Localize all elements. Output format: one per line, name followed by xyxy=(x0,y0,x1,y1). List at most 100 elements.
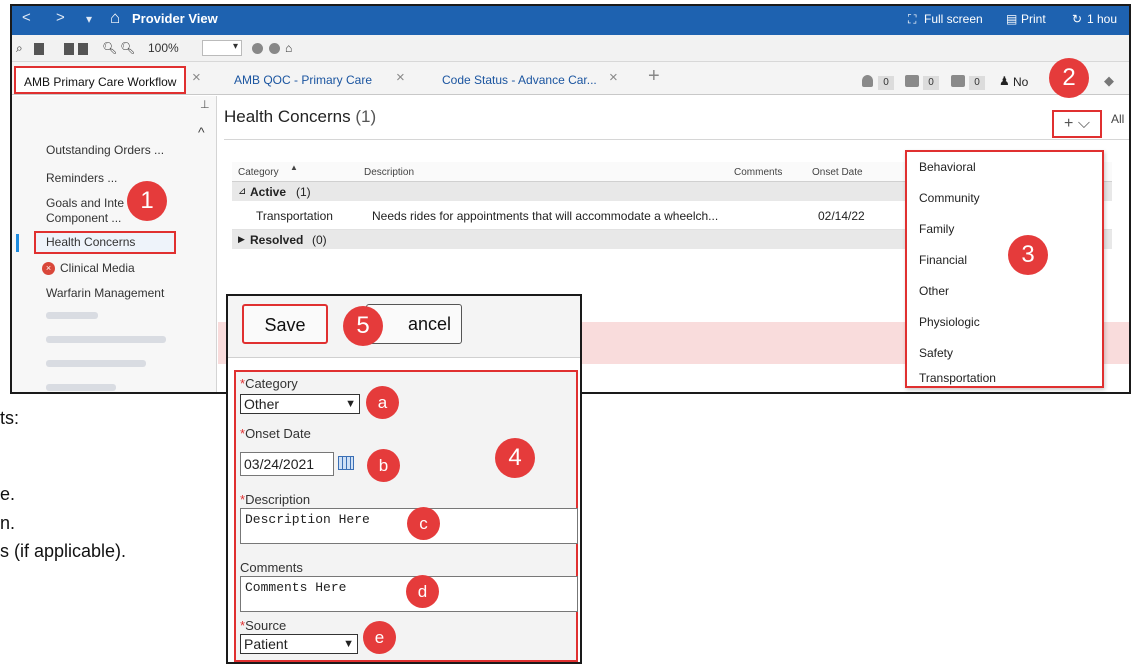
collapse-icon[interactable]: ^ xyxy=(198,124,205,140)
zoom-out-icon[interactable]: 🔍︎ xyxy=(102,41,117,55)
bg-text-3: n. xyxy=(0,513,16,533)
tab-bar: AMB Primary Care Workflow × AMB QOC - Pr… xyxy=(12,62,1129,95)
divider xyxy=(224,139,1129,140)
tab-code-status[interactable]: Code Status - Advance Car... xyxy=(434,66,605,94)
menu-item-financial[interactable]: Financial xyxy=(919,253,967,267)
bg-text-2: e. xyxy=(0,484,16,504)
bg-text-4: s (if applicable). xyxy=(0,541,127,561)
onset-date-label: *Onset Date xyxy=(240,426,311,441)
source-select[interactable]: Patient ▼ xyxy=(240,634,358,654)
description-label: *Description xyxy=(240,492,311,507)
nav-clinical-media[interactable]: Clinical Media xyxy=(60,261,135,275)
bell-icon[interactable] xyxy=(862,75,873,87)
tab-close-icon[interactable]: × xyxy=(192,69,201,86)
tab-close-icon[interactable]: × xyxy=(396,69,405,86)
binoculars-icon[interactable]: ⌕ xyxy=(16,41,23,56)
tab-close-icon[interactable]: × xyxy=(609,69,618,86)
app-title: Provider View xyxy=(132,11,218,26)
tag-icon[interactable]: ◆ xyxy=(1104,73,1114,89)
tab-amb-qoc-primary-care[interactable]: AMB QOC - Primary Care xyxy=(226,66,380,94)
add-health-concern-button[interactable]: + ⌵ xyxy=(1052,110,1102,138)
home-icon[interactable]: ⌂ xyxy=(110,8,120,28)
col-description[interactable]: Description xyxy=(364,167,414,178)
nav-reminders[interactable]: Reminders ... xyxy=(46,171,117,185)
menu-item-community[interactable]: Community xyxy=(919,191,980,205)
next-page-icon[interactable] xyxy=(78,43,88,55)
callout-c: c xyxy=(407,507,440,540)
pin-icon[interactable]: ⊥ xyxy=(200,98,210,111)
category-select[interactable]: Other ▼ xyxy=(240,394,360,414)
save-button[interactable]: Save xyxy=(242,304,328,344)
nav-goals[interactable]: Goals and Inte xyxy=(46,196,124,210)
message-count: 0 xyxy=(923,76,939,90)
active-group-count: (1) xyxy=(296,185,311,199)
zoom-select[interactable]: ▾ xyxy=(202,40,242,56)
user-label: No xyxy=(1013,75,1029,89)
add-health-concern-form: Save ancel *Category Other ▼ *Onset Date … xyxy=(226,294,582,664)
active-indicator xyxy=(16,234,19,252)
nav-blurred-item xyxy=(46,384,116,391)
filter-all[interactable]: All xyxy=(1111,112,1124,126)
menu-item-other[interactable]: Other xyxy=(919,284,949,298)
col-onset-date[interactable]: Onset Date xyxy=(812,167,863,178)
tab-amb-primary-care-workflow[interactable]: AMB Primary Care Workflow xyxy=(14,66,187,94)
callout-5: 5 xyxy=(343,306,383,346)
comments-label: Comments xyxy=(240,560,303,575)
callout-2: 2 xyxy=(1049,58,1089,98)
print-button[interactable]: Print xyxy=(1021,12,1046,26)
forward-icon[interactable]: > xyxy=(56,9,65,26)
print-page-icon[interactable] xyxy=(64,43,74,55)
menu-item-behavioral[interactable]: Behavioral xyxy=(919,160,976,174)
nav-component[interactable]: Component ... xyxy=(46,211,121,225)
circle-icon-1[interactable] xyxy=(252,43,263,54)
back-icon[interactable]: < xyxy=(22,9,31,26)
error-icon: × xyxy=(42,262,55,275)
expand-down-icon[interactable]: ⊿ xyxy=(238,186,246,197)
callout-d: d xyxy=(406,575,439,608)
left-navigation: ⊥ ^ Outstanding Orders ... Reminders ...… xyxy=(12,96,225,392)
callout-3: 3 xyxy=(1008,235,1048,275)
health-concerns-count: (1) xyxy=(355,107,377,126)
refresh-icon[interactable]: ↻ xyxy=(1072,12,1082,26)
callout-e: e xyxy=(363,621,396,654)
menu-item-family[interactable]: Family xyxy=(919,222,954,236)
row-category: Transportation xyxy=(256,209,333,223)
zoom-in-icon[interactable]: 🔍︎ xyxy=(120,41,135,55)
menu-item-transportation[interactable]: Transportation xyxy=(919,371,996,385)
message-icon[interactable] xyxy=(905,75,919,87)
zoom-level: 100% xyxy=(148,41,179,55)
add-tab-icon[interactable]: + xyxy=(648,65,660,88)
onset-date-input[interactable]: 03/24/2021 xyxy=(240,452,334,476)
expand-right-icon[interactable]: ▶ xyxy=(238,234,245,245)
nav-outstanding-orders[interactable]: Outstanding Orders ... xyxy=(46,143,164,157)
home-small-icon[interactable]: ⌂ xyxy=(285,41,292,55)
resolved-group-count: (0) xyxy=(312,233,327,247)
toolbar: ⌕ 🔍︎ 🔍︎ 100% ▾ ⌂ xyxy=(12,35,1129,62)
full-screen-button[interactable]: Full screen xyxy=(924,12,983,26)
menu-item-physiologic[interactable]: Physiologic xyxy=(919,315,980,329)
sort-asc-icon[interactable]: ▲ xyxy=(290,163,298,172)
print-icon[interactable]: ▤ xyxy=(1006,12,1017,26)
nav-blurred-item xyxy=(46,336,166,343)
source-label: *Source xyxy=(240,618,287,633)
user-icon[interactable]: ♟ xyxy=(999,74,1010,88)
resolved-group-label: Resolved xyxy=(250,233,304,247)
nav-blurred-item xyxy=(46,360,146,367)
nav-warfarin-management[interactable]: Warfarin Management xyxy=(46,286,164,300)
bell-count: 0 xyxy=(878,76,894,90)
chevron-down-icon: ▼ xyxy=(345,398,356,410)
callout-1: 1 xyxy=(127,181,167,221)
inbox-icon[interactable] xyxy=(951,75,965,87)
page-icon[interactable] xyxy=(34,43,44,55)
refresh-time-label: 1 hou xyxy=(1087,12,1118,26)
nav-health-concerns[interactable]: Health Concerns xyxy=(46,235,135,249)
dropdown-chevron-icon[interactable]: ▾ xyxy=(86,12,92,26)
callout-a: a xyxy=(366,386,399,419)
calendar-icon[interactable] xyxy=(338,456,354,470)
full-screen-icon[interactable]: ⛶ xyxy=(908,12,916,27)
circle-icon-2[interactable] xyxy=(269,43,280,54)
col-comments[interactable]: Comments xyxy=(734,167,782,178)
row-description: Needs rides for appointments that will a… xyxy=(372,209,719,223)
menu-item-safety[interactable]: Safety xyxy=(919,346,953,360)
col-category[interactable]: Category xyxy=(238,167,279,178)
